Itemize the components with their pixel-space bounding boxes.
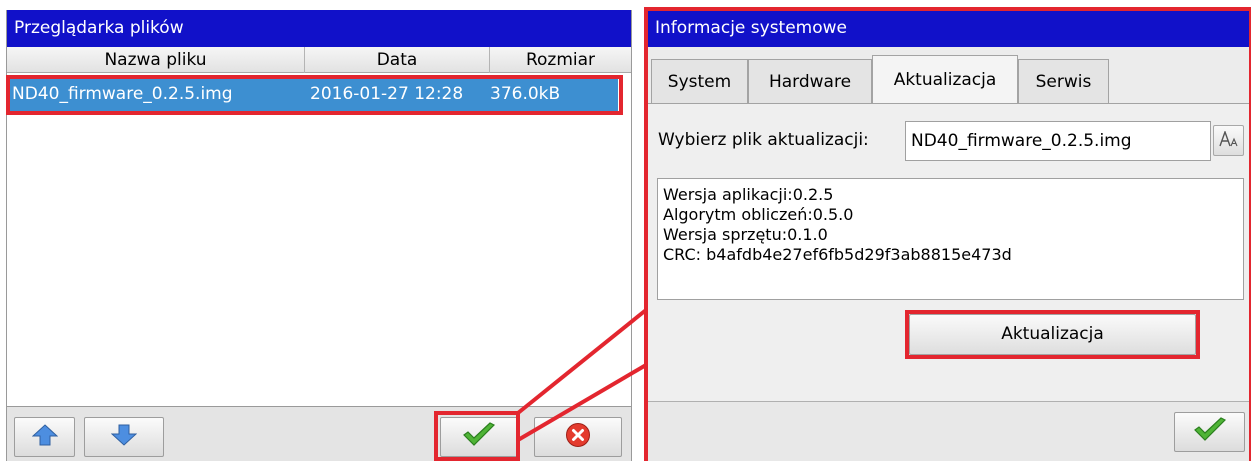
file-browser-toolbar	[7, 407, 631, 461]
tab-system[interactable]: System	[651, 59, 748, 103]
info-line-hardware: Wersja sprzętu:0.1.0	[663, 225, 828, 244]
system-info-toolbar	[648, 401, 1251, 461]
column-header-date[interactable]: Data	[305, 47, 490, 73]
checkmark-icon	[1193, 417, 1227, 447]
confirm-button[interactable]	[440, 417, 518, 457]
file-row[interactable]: ND40_firmware_0.2.5.img 2016-01-27 12:28…	[9, 77, 618, 112]
info-line-crc: CRC: b4afdb4e27ef6fb5d29f3ab8815e473d	[663, 245, 1012, 264]
update-pane: Wybierz plik aktualizacji: ND40_firmware…	[648, 103, 1251, 401]
column-header-size[interactable]: Rozmiar	[490, 47, 631, 73]
file-name-cell: ND40_firmware_0.2.5.img	[12, 84, 233, 104]
file-date-cell: 2016-01-27 12:28	[310, 84, 464, 104]
column-header-name[interactable]: Nazwa pliku	[7, 47, 305, 73]
keyboard-button[interactable]	[1213, 125, 1244, 156]
scroll-up-button[interactable]	[14, 417, 75, 457]
update-file-label: Wybierz plik aktualizacji:	[658, 130, 869, 150]
tab-hardware[interactable]: Hardware	[748, 59, 872, 103]
cancel-button[interactable]	[534, 417, 622, 457]
file-size-cell: 376.0kB	[490, 84, 561, 104]
firmware-info-box: Wersja aplikacji:0.2.5 Algorytm obliczeń…	[657, 178, 1244, 300]
info-line-app-version: Wersja aplikacji:0.2.5	[663, 185, 834, 204]
update-file-field[interactable]: ND40_firmware_0.2.5.img	[905, 121, 1211, 161]
file-browser-window: Przeglądarka plików Nazwa pliku Data Roz…	[6, 10, 632, 461]
tab-aktualizacja[interactable]: Aktualizacja	[872, 55, 1018, 104]
file-list-header: Nazwa pliku Data Rozmiar	[7, 47, 631, 73]
scroll-down-button[interactable]	[84, 417, 164, 457]
tab-bar: System Hardware Aktualizacja Serwis	[648, 47, 1251, 104]
system-info-title: Informacje systemowe	[648, 10, 1251, 47]
tab-serwis[interactable]: Serwis	[1018, 59, 1109, 103]
arrow-down-icon	[110, 424, 138, 450]
cancel-icon	[565, 422, 591, 452]
system-info-window: Informacje systemowe System Hardware Akt…	[648, 10, 1251, 461]
checkmark-icon	[462, 422, 496, 452]
font-size-icon	[1218, 129, 1239, 151]
update-button[interactable]: Aktualizacja	[909, 314, 1196, 355]
ok-button[interactable]	[1174, 412, 1245, 452]
file-browser-title: Przeglądarka plików	[7, 10, 631, 47]
arrow-up-icon	[31, 424, 58, 450]
info-line-algorithm: Algorytm obliczeń:0.5.0	[663, 205, 854, 224]
file-list[interactable]: Nazwa pliku Data Rozmiar ND40_firmware_0…	[6, 47, 631, 407]
